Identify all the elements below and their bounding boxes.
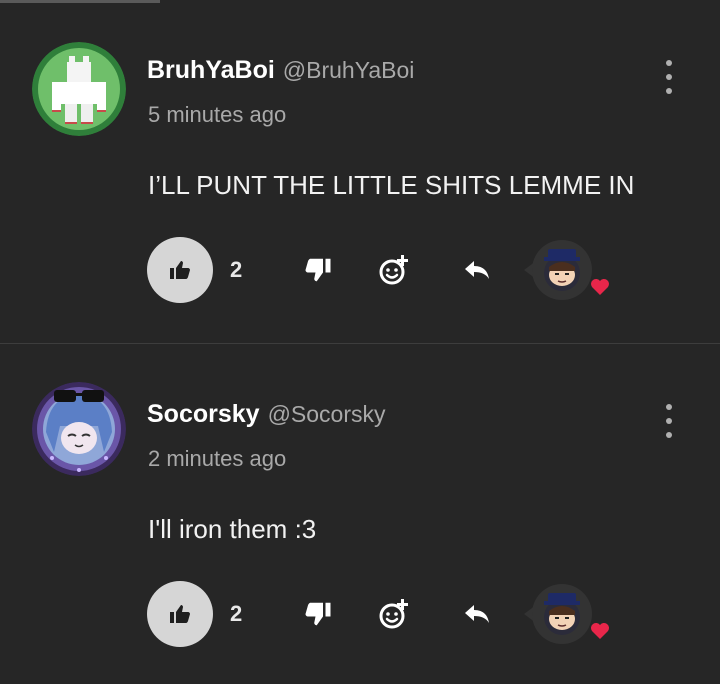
thumbs-down-icon (305, 258, 331, 282)
reply-icon (465, 261, 489, 279)
user-handle[interactable]: @BruhYaBoi (283, 57, 415, 84)
dislike-button[interactable] (303, 599, 333, 629)
like-button[interactable] (147, 581, 213, 647)
comment-card: BruhYaBoi @BruhYaBoi 5 minutes ago I’LL … (0, 0, 720, 340)
thumbs-up-icon (170, 605, 190, 623)
display-name[interactable]: BruhYaBoi (147, 56, 275, 85)
like-count: 2 (230, 257, 243, 282)
avatar[interactable] (32, 42, 126, 136)
heart-reaction[interactable] (520, 581, 620, 647)
comment-header: BruhYaBoi @BruhYaBoi (147, 56, 414, 88)
add-reaction-button[interactable] (377, 597, 411, 631)
timestamp: 2 minutes ago (148, 446, 287, 471)
dislike-button[interactable] (303, 255, 333, 285)
avatar[interactable] (32, 382, 126, 476)
creator-avatar-icon (544, 593, 580, 635)
reply-icon (465, 605, 489, 623)
thumbs-up-icon (170, 261, 190, 279)
more-vertical-icon[interactable] (658, 404, 680, 438)
like-button[interactable] (147, 237, 213, 303)
like-count: 2 (230, 601, 243, 626)
comment-header: Socorsky @Socorsky (147, 400, 386, 432)
reply-button[interactable] (462, 601, 492, 627)
reply-button[interactable] (462, 257, 492, 283)
display-name[interactable]: Socorsky (147, 400, 260, 429)
add-reaction-icon (379, 599, 408, 629)
user-handle[interactable]: @Socorsky (268, 401, 386, 428)
creator-avatar-icon (544, 249, 580, 291)
comment-text: I'll iron them :3 (148, 514, 317, 544)
timestamp: 5 minutes ago (148, 102, 287, 127)
more-vertical-icon[interactable] (658, 60, 680, 94)
heart-icon (589, 276, 611, 298)
comment-actions: 2 (0, 581, 720, 647)
thumbs-down-icon (305, 602, 331, 626)
comment-text: I’LL PUNT THE LITTLE SHITS LEMME IN (148, 170, 635, 200)
comment-actions: 2 (0, 237, 720, 303)
heart-reaction[interactable] (520, 237, 620, 303)
comment-card: Socorsky @Socorsky 2 minutes ago I'll ir… (0, 344, 720, 684)
add-reaction-icon (379, 255, 408, 285)
heart-icon (589, 620, 611, 642)
add-reaction-button[interactable] (377, 253, 411, 287)
